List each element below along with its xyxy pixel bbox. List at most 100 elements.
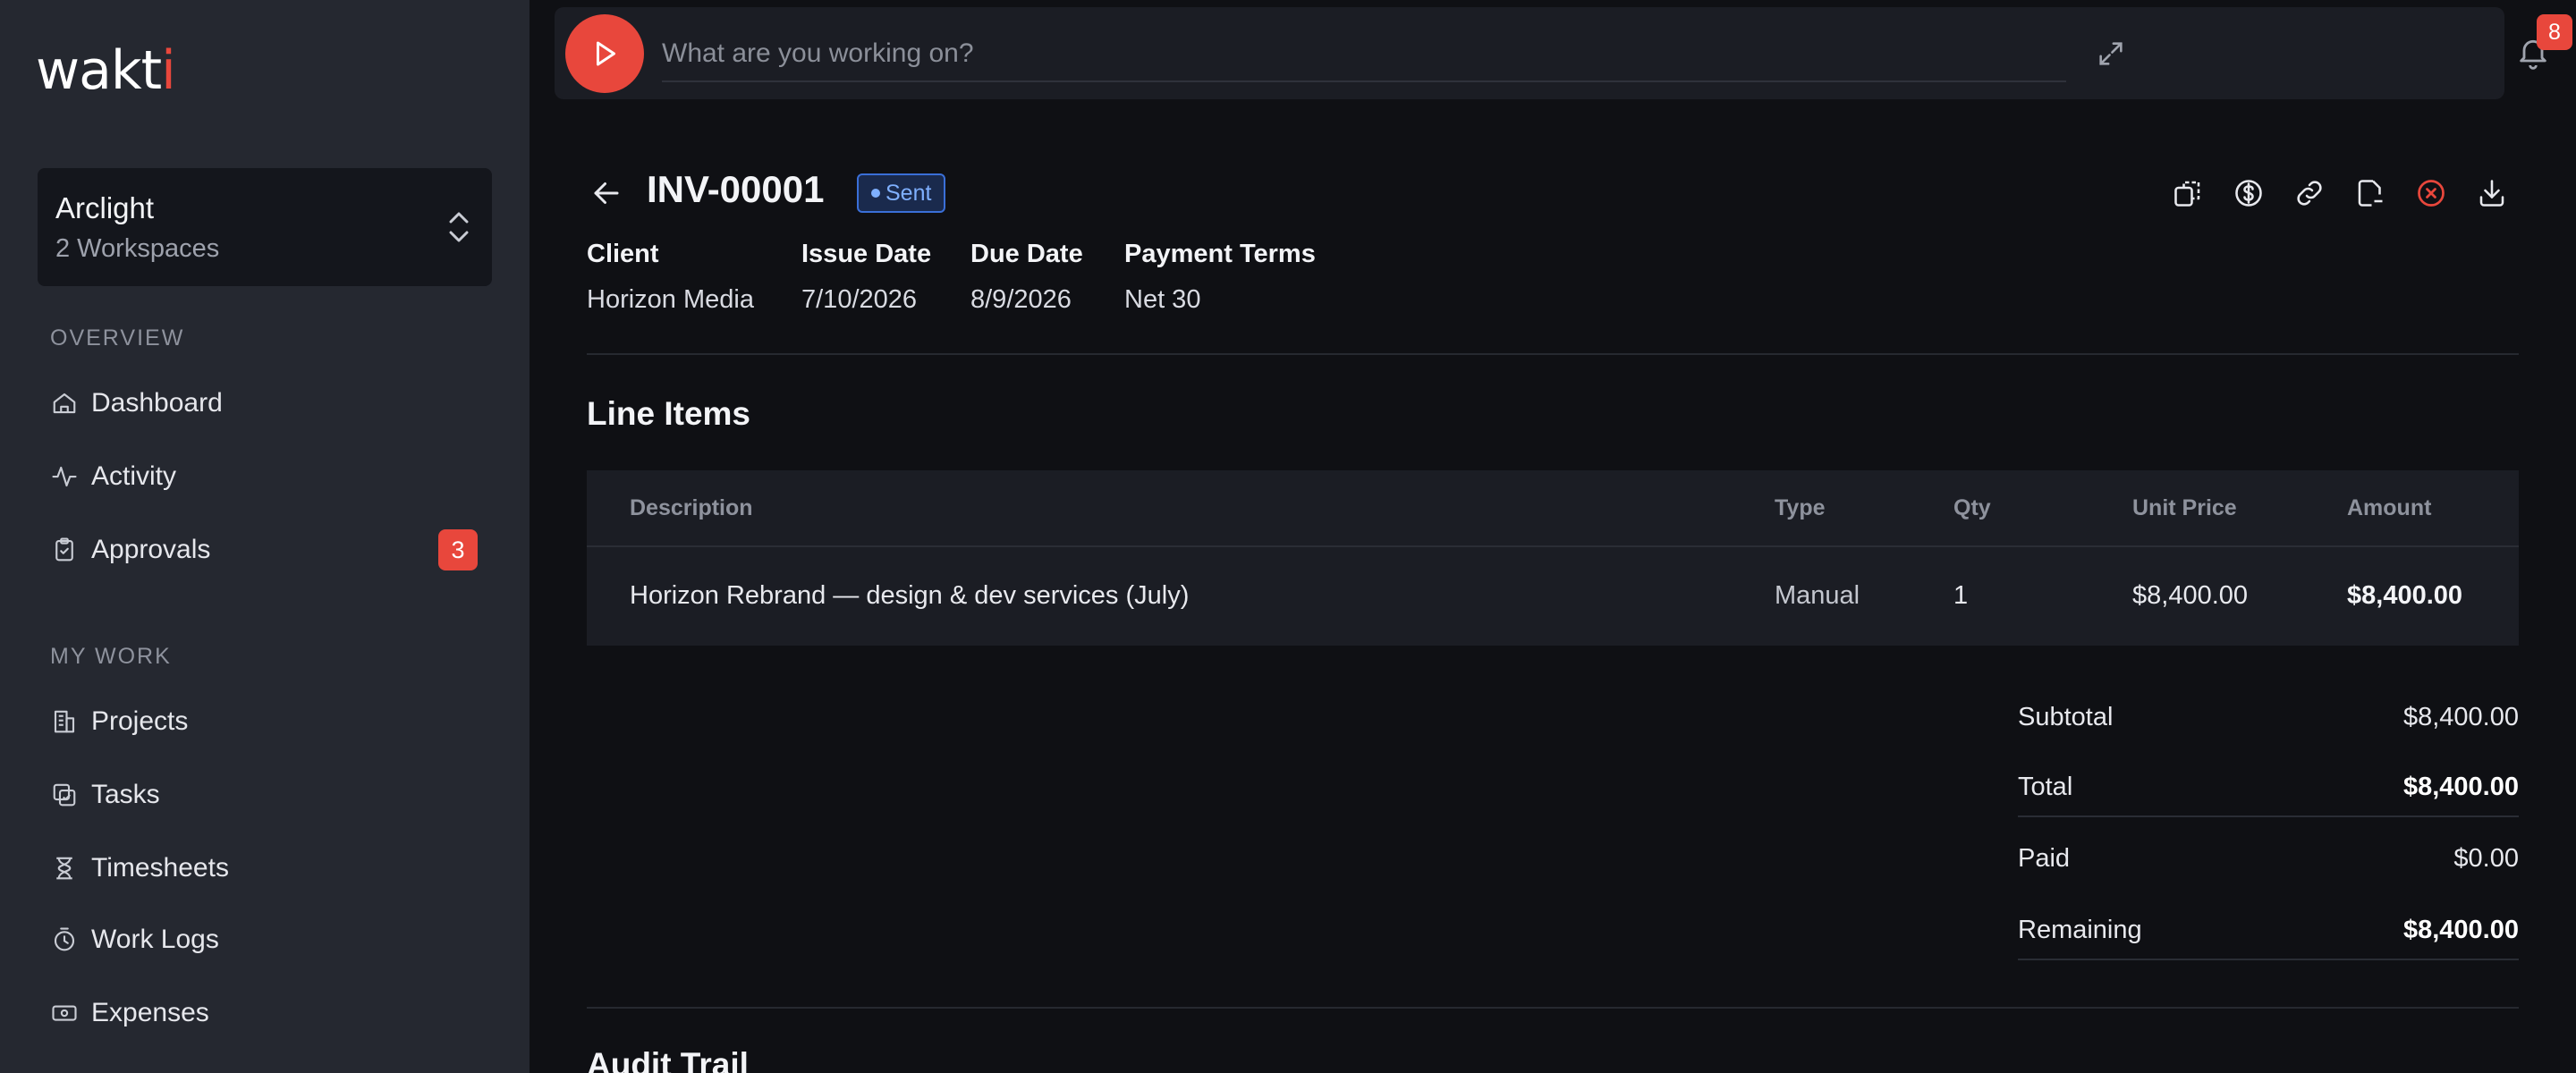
meta-label: Due Date	[970, 240, 1083, 268]
status-dot	[871, 189, 880, 198]
remaining-value: $8,400.00	[2402, 916, 2519, 944]
meta-client: Client Horizon Media	[587, 240, 754, 315]
sidebar-item-label: Projects	[91, 706, 189, 736]
sidebar-item-timesheets[interactable]: Timesheets	[50, 843, 479, 893]
column-header: Unit Price	[2132, 495, 2237, 520]
download-button[interactable]	[2474, 175, 2510, 211]
timer-description-input[interactable]	[662, 27, 2066, 82]
paid-label: Paid	[2018, 844, 2071, 873]
remaining-row: Remaining $8,400.00	[2018, 907, 2519, 960]
approvals-count-badge: 3	[438, 529, 478, 570]
meta-label: Payment Terms	[1124, 240, 1316, 268]
meta-label: Issue Date	[801, 240, 932, 268]
total-row: Total $8,400.00	[2018, 764, 2519, 817]
line-items-title: Line Items	[587, 395, 750, 432]
sidebar-item-projects[interactable]: Projects	[50, 697, 479, 747]
sidebar-item-dashboard[interactable]: Dashboard	[50, 378, 479, 428]
activity-icon	[50, 462, 79, 491]
total-value: $8,400.00	[2402, 773, 2519, 801]
sidebar-item-label: Work Logs	[91, 925, 219, 954]
meta-due-date: Due Date 8/9/2026	[970, 240, 1083, 315]
subtotal-value: $8,400.00	[2402, 703, 2519, 731]
meta-value: 7/10/2026	[801, 285, 918, 314]
paid-value: $0.00	[2453, 844, 2519, 873]
sidebar-item-label: Activity	[91, 461, 177, 491]
table-header: Description Type Qty Unit Price Amount	[587, 470, 2519, 547]
line-items-table: Description Type Qty Unit Price Amount H…	[587, 470, 2519, 646]
section-label-my-work: MY WORK	[50, 644, 172, 669]
hourglass-icon	[50, 854, 79, 883]
subtotal-label: Subtotal	[2018, 703, 2114, 731]
subtotal-row: Subtotal $8,400.00	[2018, 694, 2519, 748]
table-row: Horizon Rebrand — design & dev services …	[587, 549, 2519, 646]
status-badge: Sent	[857, 173, 946, 213]
sidebar-item-label: Timesheets	[91, 853, 229, 883]
column-header: Type	[1775, 495, 1826, 520]
building-icon	[50, 707, 79, 736]
expand-icon	[2099, 42, 2123, 65]
dollar-circle-icon	[2235, 180, 2262, 207]
link-icon	[2297, 181, 2322, 206]
sidebar-item-approvals[interactable]: Approvals 3	[50, 525, 479, 575]
sidebar-item-label: Expenses	[91, 998, 209, 1027]
meta-issue-date: Issue Date 7/10/2026	[801, 240, 931, 315]
section-label-overview: OVERVIEW	[50, 325, 185, 351]
meta-payment-terms: Payment Terms Net 30	[1124, 240, 1316, 315]
record-payment-button[interactable]	[2231, 175, 2267, 211]
cell-type: Manual	[1775, 581, 1860, 610]
cell-description: Horizon Rebrand — design & dev services …	[630, 581, 1190, 610]
workspace-switcher[interactable]: Arclight 2 Workspaces	[38, 168, 492, 286]
copy-link-button[interactable]	[2292, 175, 2327, 211]
meta-value: Horizon Media	[587, 285, 754, 314]
sidebar-item-label: Tasks	[91, 780, 160, 809]
column-header: Qty	[1953, 495, 1991, 520]
meta-value: 8/9/2026	[970, 285, 1072, 314]
clipboard-check-icon	[50, 536, 79, 564]
back-button[interactable]	[587, 173, 626, 213]
workspace-count: 2 Workspaces	[55, 234, 220, 263]
column-header: Amount	[2347, 495, 2432, 520]
sidebar-item-work-logs[interactable]: Work Logs	[50, 915, 479, 965]
column-header: Description	[630, 495, 753, 520]
download-icon	[2479, 180, 2504, 207]
audit-trail-title: Audit Trail	[587, 1046, 749, 1073]
cell-amount: $8,400.00	[2347, 581, 2463, 610]
meta-value: Net 30	[1124, 285, 1201, 314]
chevrons-up-down-icon	[449, 212, 469, 242]
tasks-icon	[50, 781, 79, 809]
divider	[587, 1007, 2519, 1009]
paid-row: Paid $0.00	[2018, 835, 2519, 889]
duplicate-icon	[2174, 181, 2200, 207]
cell-unit-price: $8,400.00	[2132, 581, 2249, 610]
void-invoice-button[interactable]	[2413, 175, 2449, 211]
clock-icon	[50, 925, 79, 954]
file-minus-icon	[2358, 180, 2383, 207]
timer-bar	[555, 7, 2504, 99]
sidebar: wakti Arclight 2 Workspaces OVERVIEW Das…	[0, 0, 530, 1073]
total-label: Total	[2018, 773, 2073, 801]
start-timer-button[interactable]	[565, 14, 644, 93]
sidebar-item-tasks[interactable]: Tasks	[50, 770, 479, 820]
workspace-name: Arclight	[55, 191, 155, 224]
remaining-label: Remaining	[2018, 916, 2142, 944]
duplicate-button[interactable]	[2170, 175, 2206, 211]
invoice-number: INV-00001	[647, 168, 825, 210]
status-label: Sent	[886, 180, 932, 206]
notifications-count-badge: 8	[2537, 14, 2572, 50]
sidebar-item-expenses[interactable]: Expenses	[50, 988, 479, 1038]
sidebar-item-label: Dashboard	[91, 388, 223, 418]
sidebar-item-activity[interactable]: Activity	[50, 452, 479, 502]
banknote-icon	[50, 999, 79, 1027]
home-icon	[50, 389, 79, 418]
app-logo[interactable]: wakti	[36, 39, 176, 102]
meta-label: Client	[587, 240, 659, 268]
credit-note-button[interactable]	[2352, 175, 2388, 211]
invoice-actions	[2170, 175, 2510, 211]
play-icon	[597, 41, 615, 66]
cell-qty: 1	[1953, 581, 1969, 610]
sidebar-item-label: Approvals	[91, 535, 211, 564]
x-circle-icon	[2418, 180, 2445, 207]
expand-button[interactable]	[2093, 36, 2129, 72]
arrow-left-icon	[594, 182, 619, 204]
divider	[587, 353, 2519, 355]
